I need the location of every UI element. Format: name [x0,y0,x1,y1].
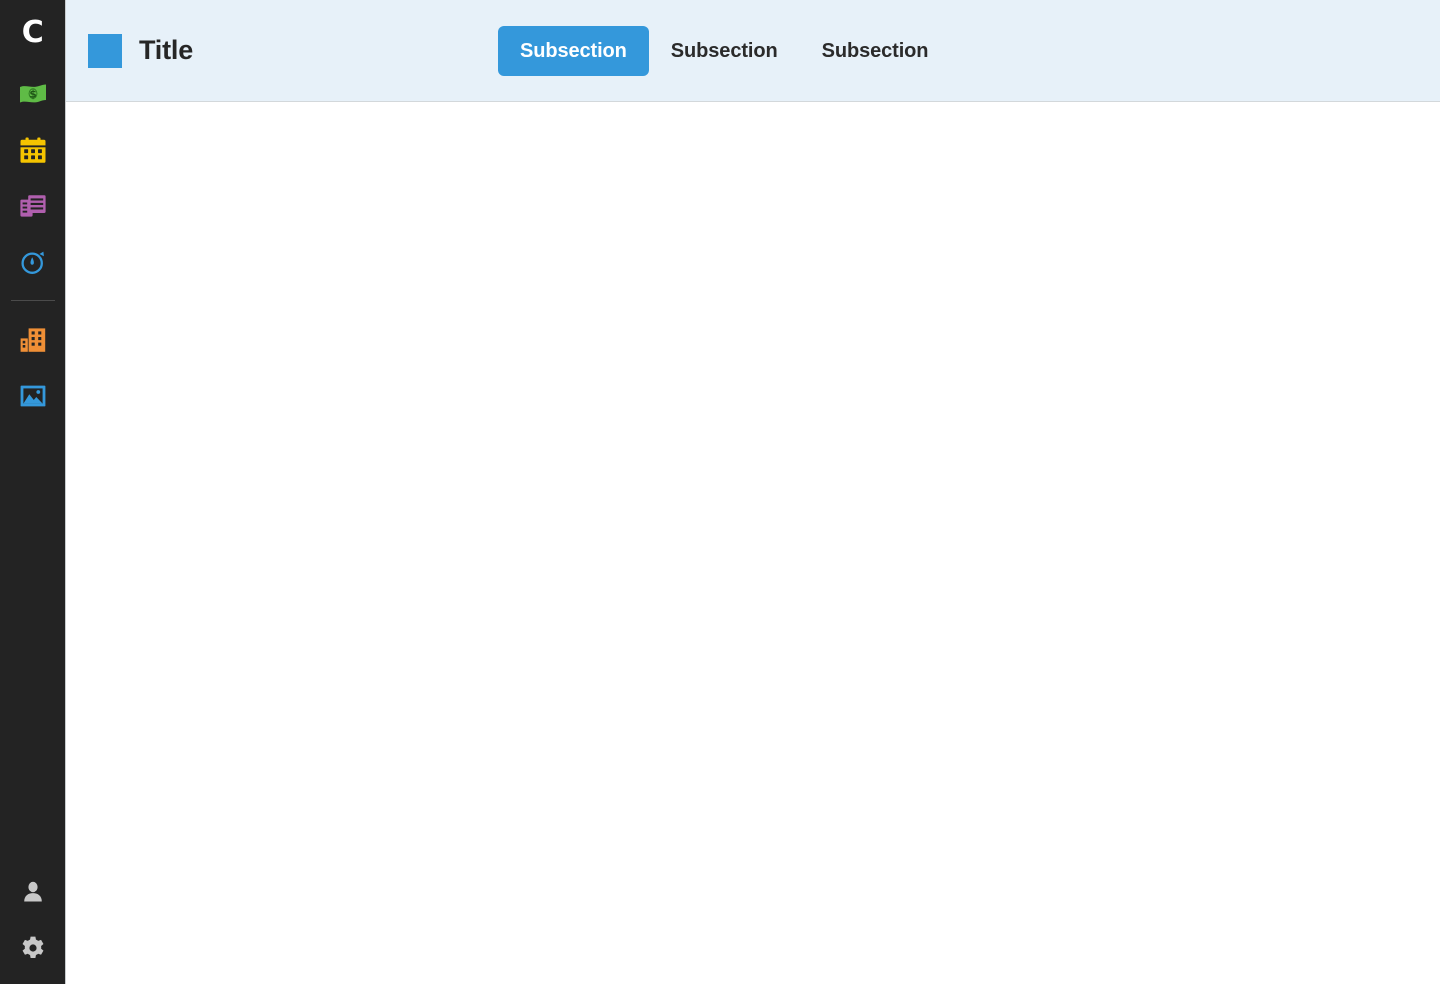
svg-text:$: $ [29,89,36,101]
main-content-area [66,102,1440,984]
stopwatch-icon [18,247,48,277]
page-header: Title Subsection Subsection Subsection [66,0,1440,102]
tab-subsection-2[interactable]: Subsection [649,26,800,76]
page-title: Title [139,35,194,65]
sidebar-item-companies[interactable] [0,312,66,368]
tab-subsection-3[interactable]: Subsection [800,26,951,76]
sidebar-item-documents[interactable] [0,178,66,234]
subsection-tabs: Subsection Subsection Subsection [498,25,951,76]
gear-icon [20,935,46,961]
sidebar-item-money[interactable]: $ [0,66,66,122]
money-bill-icon: $ [18,79,48,109]
image-icon [18,381,48,411]
user-icon [20,879,46,905]
sidebar-item-profile[interactable] [0,864,66,920]
calendar-icon [18,135,48,165]
title-group: Title [88,33,498,68]
documents-icon [18,191,48,221]
brand-logo[interactable]: C [0,0,66,66]
buildings-icon [18,325,48,355]
sidebar-divider [10,300,55,301]
tab-subsection-1[interactable]: Subsection [498,25,649,76]
sidebar-item-timer[interactable] [0,234,66,290]
title-square-icon [88,33,122,68]
sidebar-item-calendar[interactable] [0,122,66,178]
brand-logo-c-icon: C [21,15,44,50]
content-pane: Title Subsection Subsection Subsection [66,0,1440,984]
sidebar-item-images[interactable] [0,368,66,424]
sidebar-bottom-group [0,864,66,984]
sidebar: C $ [0,0,66,984]
sidebar-item-settings[interactable] [0,920,66,976]
